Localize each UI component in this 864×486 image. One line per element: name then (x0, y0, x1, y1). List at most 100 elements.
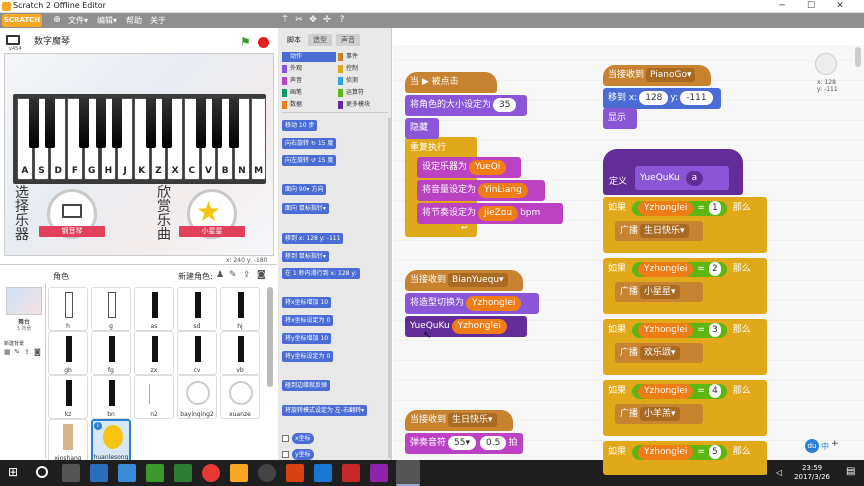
category-3[interactable]: 控制 (338, 64, 392, 74)
menu-about[interactable]: 关于 (150, 14, 166, 27)
backdrop-library-icon[interactable]: ✎ (14, 348, 20, 356)
palette-block-12[interactable]: 碰到边缘就反弹 (282, 380, 331, 391)
piano-black-key[interactable] (145, 98, 156, 148)
category-5[interactable]: 侦测 (338, 76, 392, 86)
windows-start-icon[interactable]: ⊞ (8, 466, 21, 479)
camera-icon[interactable]: ◙ (257, 270, 266, 280)
palette-block-1[interactable]: 向右旋转 ↻ 15 度 (282, 138, 337, 149)
category-9[interactable]: 更多模块 (338, 100, 392, 110)
chrome-icon[interactable] (202, 464, 220, 482)
number-input[interactable]: 1 (708, 201, 721, 215)
piano-black-key[interactable] (162, 98, 173, 148)
notification-icon[interactable]: ▤ (846, 466, 855, 477)
sprite-thumb-huanlesong[interactable]: huanlesong i (91, 419, 131, 463)
piano-black-key[interactable] (28, 98, 39, 148)
when-flag-block[interactable]: 当 ▶ 被点击 (405, 72, 497, 93)
stage-thumbnail[interactable] (6, 287, 42, 315)
category-2[interactable]: 外观 (282, 64, 336, 74)
reporter-checkbox[interactable] (282, 451, 289, 458)
yueqi-var[interactable]: YueQi (469, 160, 507, 175)
delete-icon[interactable]: ✂ (294, 14, 304, 26)
if-block-5[interactable]: 如果 Yzhonglei = 5 那么 (603, 441, 767, 475)
store-icon[interactable] (118, 464, 136, 482)
broadcast-dropdown[interactable]: 小星星▾ (640, 285, 680, 299)
explorer-icon[interactable] (230, 464, 248, 482)
hide-block[interactable]: 隐藏 (405, 118, 439, 139)
sprite-thumb-bn[interactable]: bn (91, 375, 131, 419)
palette-block-13[interactable]: 将旋转模式设定为 左-右翻转▾ (282, 405, 368, 416)
search-icon[interactable] (36, 466, 48, 478)
clock[interactable]: 23:59 2017/3/26 (794, 464, 830, 482)
palette-block-10[interactable]: 将y坐标增加 10 (282, 333, 332, 344)
bianyuequ-dropdown[interactable]: BianYuequ▾ (448, 273, 508, 287)
stage-mode-icon[interactable] (6, 35, 20, 45)
baidu-icon[interactable]: du (805, 439, 819, 453)
yzhonglei-var[interactable]: Yzhonglei (638, 384, 694, 399)
set-size-input[interactable]: 35 (493, 98, 517, 112)
palette-block-5[interactable]: 移到 x: 128 y: -111 (282, 233, 344, 244)
shrink-icon[interactable]: ✢ (322, 14, 332, 26)
sprite-thumb-zx[interactable]: zx (134, 331, 174, 375)
broadcast-block-2[interactable]: 广播 小星星▾ (615, 282, 703, 302)
pianogo-dropdown[interactable]: PianoGo▾ (646, 68, 696, 82)
app-icon-12[interactable] (370, 464, 388, 482)
app-icon-9[interactable] (286, 464, 304, 482)
scratch-taskbar-icon[interactable] (396, 460, 420, 486)
equals-condition[interactable]: Yzhonglei = 4 (632, 384, 727, 399)
define-param[interactable]: a (685, 171, 704, 186)
sprite-thumb-kz[interactable]: kz (48, 375, 88, 419)
goto-xy-block[interactable]: 移到 x: 128 y: -111 (603, 88, 721, 109)
tab-scripts[interactable]: 脚本 (282, 34, 306, 46)
number-input[interactable]: 2 (708, 262, 721, 276)
category-4[interactable]: 声音 (282, 76, 336, 86)
call-arg-var[interactable]: Yzhonglei (451, 319, 508, 334)
sprite-thumb-hj[interactable]: hj (220, 287, 260, 331)
reporter-checkbox[interactable] (282, 435, 289, 442)
play-note-block[interactable]: 弹奏音符 55▾ 0.5 拍 (405, 433, 523, 454)
sprite-thumb-gh[interactable]: gh (48, 331, 88, 375)
category-6[interactable]: 画笔 (282, 88, 336, 98)
word-icon[interactable] (314, 464, 332, 482)
palette-block-3[interactable]: 面向 90▾ 方向 (282, 184, 327, 195)
piano-black-key[interactable] (112, 98, 123, 148)
help-icon[interactable]: ? (337, 14, 347, 26)
when-receive-pianogo-block[interactable]: 当接收到 PianoGo▾ (603, 65, 711, 86)
close-icon[interactable]: ✕ (826, 0, 854, 13)
when-receive-birthday-block[interactable]: 当接收到 生日快乐▾ (405, 410, 513, 431)
palette-scrollbar[interactable] (388, 118, 392, 458)
yinliang-var[interactable]: YinLiang (478, 183, 528, 198)
palette-block-0[interactable]: 移动 10 步 (282, 120, 318, 131)
sprite-thumb-sd[interactable]: sd (177, 287, 217, 331)
paint-icon[interactable]: ✎ (229, 270, 237, 280)
globe-icon[interactable]: ⊕ (52, 14, 62, 26)
broadcast-dropdown[interactable]: 小羊羔▾ (640, 407, 680, 421)
backdrop-paint-icon[interactable]: ▦ (4, 348, 11, 356)
edge-icon[interactable] (90, 464, 108, 482)
upload-icon[interactable]: ⇪ (243, 270, 251, 280)
sprite-thumb-n2[interactable]: n2 (134, 375, 174, 419)
yzhonglei-var[interactable]: Yzhonglei (638, 201, 694, 216)
jiezou-var[interactable]: JieZou (478, 206, 519, 221)
equals-condition[interactable]: Yzhonglei = 5 (632, 445, 727, 460)
stage[interactable]: ASDFGHJKZXCVBNM 选 择 乐 器 欣 赏 乐 曲 钢音琴 ★ 小星… (4, 53, 274, 256)
sprite-thumb-xuanze[interactable]: xuanze (220, 375, 260, 419)
backdrop-camera-icon[interactable]: ◙ (34, 348, 41, 356)
powerpoint-icon[interactable] (342, 464, 360, 482)
menu-file[interactable]: 文件▾ (68, 14, 88, 27)
palette-block-4[interactable]: 面向 鼠标指针▾ (282, 203, 329, 214)
set-volume-block[interactable]: 将音量设定为 YinLiang (417, 180, 545, 201)
sprite-thumb-vb[interactable]: vb (220, 331, 260, 375)
green-flag-icon[interactable]: ⚑ (240, 35, 251, 49)
piano-black-key[interactable] (95, 98, 106, 148)
define-block[interactable]: 定义 YueQuKu a (603, 149, 743, 195)
menu-help[interactable]: 帮助 (126, 14, 142, 27)
piano-black-key[interactable] (78, 98, 89, 148)
sprite-thumb-bayinqing2[interactable]: bayinqing2 (177, 375, 217, 419)
piano-black-key[interactable] (212, 98, 223, 148)
piano-black-key[interactable] (195, 98, 206, 148)
number-input[interactable]: 3 (708, 323, 721, 337)
when-receive-bianyuequ-block[interactable]: 当接收到 BianYuequ▾ (405, 270, 523, 291)
sprite-thumb-xinshang[interactable]: xinshang (48, 419, 88, 463)
category-1[interactable]: 事件 (338, 52, 392, 62)
goto-x-input[interactable]: 128 (639, 91, 669, 105)
